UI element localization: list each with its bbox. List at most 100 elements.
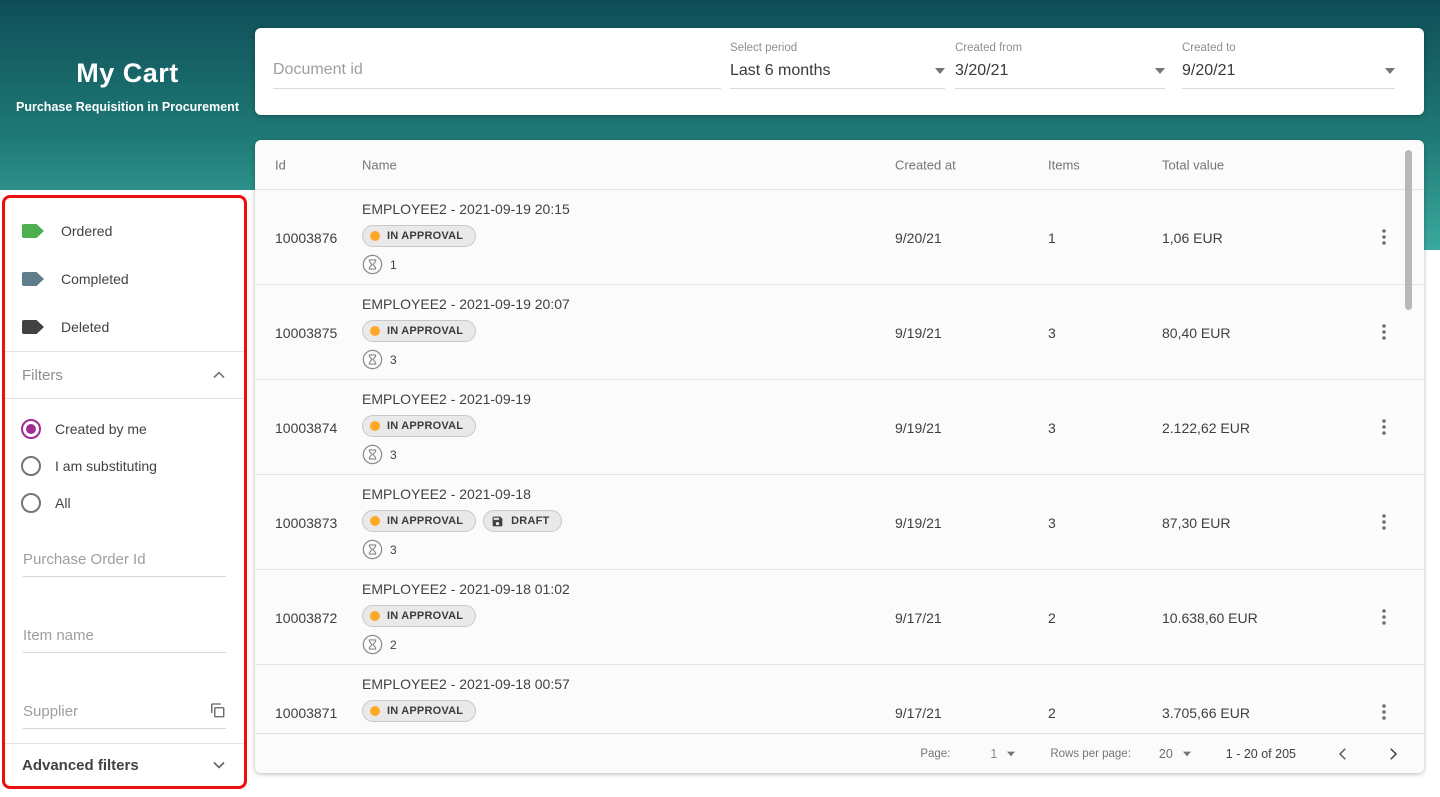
badge-label: DRAFT	[511, 515, 550, 527]
status-badge: IN APPROVAL	[362, 510, 477, 532]
next-page-button[interactable]	[1380, 741, 1406, 767]
pagination-range: 1 - 20 of 205	[1225, 746, 1296, 761]
status-dot-icon	[370, 421, 380, 431]
radio-unselected-icon[interactable]	[21, 492, 41, 513]
tag-icon	[22, 320, 44, 334]
table-row[interactable]: 10003876 EMPLOYEE2 - 2021-09-19 20:15 IN…	[255, 190, 1424, 285]
filter-inputs	[5, 525, 244, 729]
ownership-radio-group: Created by me I am substituting All	[5, 399, 244, 525]
row-id: 10003871	[275, 705, 338, 721]
row-created-at: 9/19/21	[895, 325, 942, 341]
sidebar-item-ordered[interactable]: Ordered	[5, 207, 244, 255]
purchase-order-id-field	[23, 545, 226, 577]
row-total-value: 10.638,60 EUR	[1162, 610, 1258, 626]
tag-icon	[22, 224, 44, 238]
tag-icon	[22, 272, 44, 286]
created-from-datepicker[interactable]: Created from 3/20/21	[955, 42, 1165, 89]
radio-unselected-icon[interactable]	[21, 455, 41, 476]
created-from-value: 3/20/21	[955, 62, 1009, 79]
row-name-cell: EMPLOYEE2 - 2021-09-19 IN APPROVAL 3	[362, 391, 531, 465]
hourglass-icon	[362, 349, 383, 370]
pending-count: 2	[390, 637, 397, 652]
row-name: EMPLOYEE2 - 2021-09-18	[362, 486, 531, 502]
row-name: EMPLOYEE2 - 2021-09-18 00:57	[362, 676, 570, 692]
radio-option-created-by-me[interactable]: Created by me	[5, 410, 244, 447]
row-menu-button[interactable]	[1367, 505, 1401, 539]
item-name-field	[23, 621, 226, 653]
sidebar-item-label: Deleted	[61, 319, 110, 335]
column-header-total-value: Total value	[1162, 157, 1225, 172]
radio-option-all[interactable]: All	[5, 484, 244, 521]
row-badges: IN APPROVAL DRAFT	[362, 510, 563, 532]
previous-page-button[interactable]	[1330, 741, 1356, 767]
select-period-dropdown[interactable]: Select period Last 6 months	[730, 42, 945, 89]
row-created-at: 9/19/21	[895, 420, 942, 436]
more-vert-icon	[1382, 704, 1386, 720]
created-to-datepicker[interactable]: Created to 9/20/21	[1182, 42, 1395, 89]
row-items: 2	[1048, 705, 1056, 721]
copy-icon[interactable]	[208, 701, 226, 719]
row-total-value: 2.122,62 EUR	[1162, 420, 1250, 436]
sidebar-item-deleted[interactable]: Deleted	[5, 303, 244, 351]
badge-label: IN APPROVAL	[387, 420, 464, 432]
rows-per-page-value: 20	[1158, 746, 1173, 761]
table-row[interactable]: 10003875 EMPLOYEE2 - 2021-09-19 20:07 IN…	[255, 285, 1424, 380]
document-id-input[interactable]	[273, 61, 721, 89]
badge-label: IN APPROVAL	[387, 705, 464, 717]
row-id: 10003875	[275, 325, 338, 341]
row-badges: IN APPROVAL	[362, 225, 570, 247]
row-name: EMPLOYEE2 - 2021-09-19	[362, 391, 531, 407]
pending-approvals: 3	[362, 349, 570, 370]
status-badge: IN APPROVAL	[362, 605, 477, 627]
row-total-value: 3.705,66 EUR	[1162, 705, 1250, 721]
filters-section-toggle[interactable]: Filters	[5, 352, 244, 398]
table-row[interactable]: 10003873 EMPLOYEE2 - 2021-09-18 IN APPRO…	[255, 475, 1424, 570]
item-name-input[interactable]	[23, 621, 226, 653]
document-id-field	[273, 61, 721, 89]
row-name: EMPLOYEE2 - 2021-09-18 01:02	[362, 581, 570, 597]
radio-option-i-am-substituting[interactable]: I am substituting	[5, 447, 244, 484]
rows-per-page-label: Rows per page:	[1050, 747, 1131, 760]
row-menu-button[interactable]	[1367, 600, 1401, 634]
column-header-created-at: Created at	[895, 157, 956, 172]
row-total-value: 1,06 EUR	[1162, 230, 1223, 246]
hourglass-icon	[362, 634, 383, 655]
table-row[interactable]: 10003871 EMPLOYEE2 - 2021-09-18 00:57 IN…	[255, 665, 1424, 733]
row-id: 10003873	[275, 515, 338, 531]
row-items: 3	[1048, 515, 1056, 531]
dropdown-caret-icon	[935, 68, 945, 74]
app-header: My Cart Purchase Requisition in Procurem…	[0, 58, 255, 114]
rows-per-page-select[interactable]: 20	[1159, 747, 1192, 761]
row-menu-button[interactable]	[1367, 410, 1401, 444]
table-scrollbar[interactable]	[1405, 150, 1412, 310]
sidebar-item-completed[interactable]: Completed	[5, 255, 244, 303]
dropdown-caret-icon	[1182, 751, 1191, 756]
status-badge: IN APPROVAL	[362, 415, 477, 437]
sidebar-item-label: Ordered	[61, 223, 113, 239]
pending-count: 3	[390, 542, 397, 557]
page-subtitle: Purchase Requisition in Procurement	[16, 100, 239, 114]
more-vert-icon	[1382, 324, 1386, 340]
page-select[interactable]: 1	[990, 747, 1016, 761]
row-name: EMPLOYEE2 - 2021-09-19 20:07	[362, 296, 570, 312]
row-menu-button[interactable]	[1367, 315, 1401, 349]
purchase-order-id-input[interactable]	[23, 545, 226, 577]
table-row[interactable]: 10003874 EMPLOYEE2 - 2021-09-19 IN APPRO…	[255, 380, 1424, 475]
column-header-items: Items	[1048, 157, 1080, 172]
select-period-value: Last 6 months	[730, 62, 831, 79]
supplier-input[interactable]	[23, 697, 226, 729]
status-badge: IN APPROVAL	[362, 225, 477, 247]
radio-selected-icon[interactable]	[21, 418, 41, 439]
row-badges: IN APPROVAL	[362, 320, 570, 342]
row-menu-button[interactable]	[1367, 220, 1401, 254]
page-label: Page:	[920, 747, 951, 760]
row-name-cell: EMPLOYEE2 - 2021-09-19 20:07 IN APPROVAL…	[362, 296, 570, 370]
pending-approvals: 2	[362, 634, 570, 655]
advanced-filters-toggle[interactable]: Advanced filters	[5, 744, 244, 786]
chevron-up-icon	[213, 371, 225, 379]
pending-approvals: 3	[362, 444, 531, 465]
table-row[interactable]: 10003872 EMPLOYEE2 - 2021-09-18 01:02 IN…	[255, 570, 1424, 665]
row-menu-button[interactable]	[1367, 695, 1401, 729]
chevron-down-icon	[213, 761, 225, 769]
badge-label: IN APPROVAL	[387, 610, 464, 622]
